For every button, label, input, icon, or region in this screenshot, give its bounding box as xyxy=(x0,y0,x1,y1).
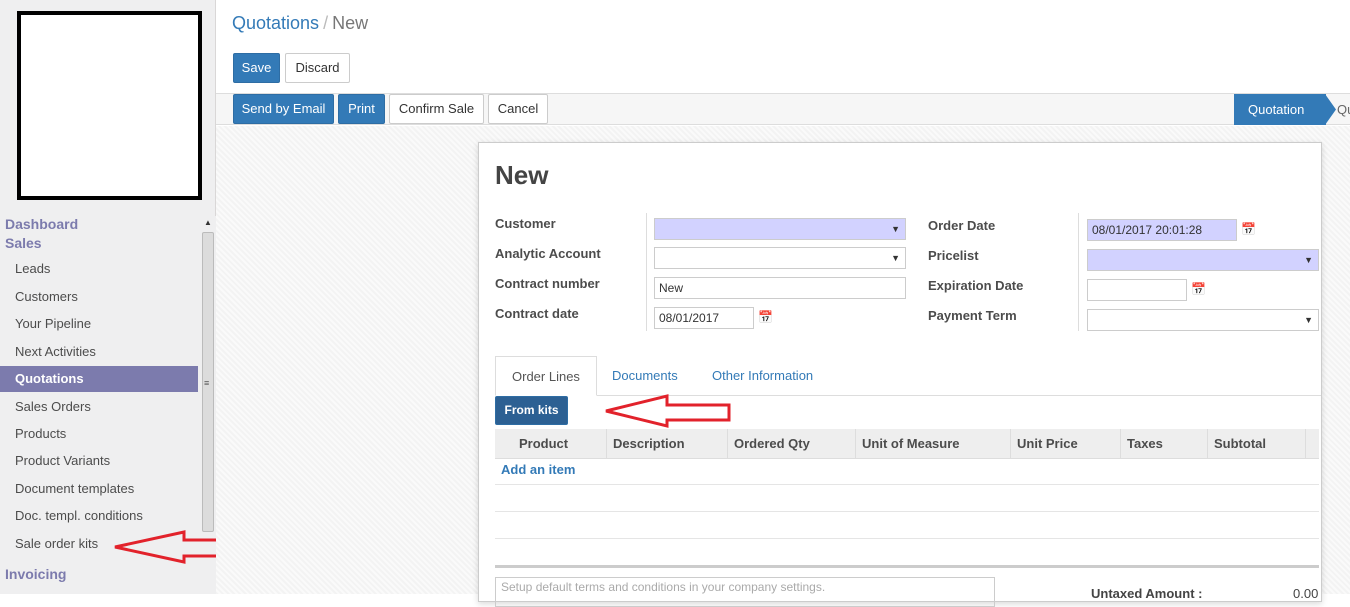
divider xyxy=(1078,213,1079,331)
company-logo xyxy=(17,11,202,200)
breadcrumb-separator: / xyxy=(323,13,329,33)
tab-order-lines[interactable]: Order Lines xyxy=(495,356,597,396)
sidebar-item-leads[interactable]: Leads xyxy=(0,256,198,282)
stage-next[interactable]: Qu xyxy=(1337,94,1350,125)
calendar-icon[interactable]: 📅 xyxy=(1241,222,1256,236)
expiration-date-label: Expiration Date xyxy=(928,278,1024,293)
print-button[interactable]: Print xyxy=(338,94,385,124)
cancel-button[interactable]: Cancel xyxy=(488,94,548,124)
from-kits-button[interactable]: From kits xyxy=(495,396,568,425)
sidebar-item-quotations[interactable]: Quotations xyxy=(0,366,198,392)
sidebar-item-doc-templ-conditions[interactable]: Doc. templ. conditions xyxy=(0,503,198,529)
payment-term-label: Payment Term xyxy=(928,308,1017,323)
col-subtotal[interactable]: Subtotal xyxy=(1208,429,1306,459)
table-row xyxy=(495,511,1319,512)
expiration-date-field[interactable] xyxy=(1087,279,1187,301)
menu-sales-heading: Sales xyxy=(5,235,42,251)
contract-number-label: Contract number xyxy=(495,276,600,291)
sidebar-item-pipeline[interactable]: Your Pipeline xyxy=(0,311,198,337)
confirm-sale-button[interactable]: Confirm Sale xyxy=(389,94,484,124)
status-bar: Send by Email Print Confirm Sale Cancel … xyxy=(216,93,1350,125)
stage-arrow-icon xyxy=(1325,94,1336,125)
scroll-thumb[interactable]: ≡ xyxy=(202,232,214,532)
breadcrumb: Quotations / New xyxy=(232,13,368,34)
col-ordered-qty[interactable]: Ordered Qty xyxy=(728,429,856,459)
breadcrumb-quotations[interactable]: Quotations xyxy=(232,13,319,33)
sidebar-item-sales-orders[interactable]: Sales Orders xyxy=(0,394,198,420)
terms-field[interactable]: Setup default terms and conditions in yo… xyxy=(495,577,995,607)
col-taxes[interactable]: Taxes xyxy=(1121,429,1208,459)
customer-select[interactable]: ▼ xyxy=(654,218,906,240)
discard-button[interactable]: Discard xyxy=(285,53,350,83)
order-date-field[interactable]: 08/01/2017 20:01:28 xyxy=(1087,219,1237,241)
contract-date-label: Contract date xyxy=(495,306,579,321)
calendar-icon[interactable]: 📅 xyxy=(758,310,773,324)
order-lines-header: Product Description Ordered Qty Unit of … xyxy=(495,429,1319,459)
analytic-account-select[interactable]: ▼ xyxy=(654,247,906,269)
chevron-down-icon: ▼ xyxy=(1304,255,1313,265)
col-product[interactable]: Product xyxy=(495,429,607,459)
sidebar-item-products[interactable]: Products xyxy=(0,421,198,447)
sidebar-item-document-templates[interactable]: Document templates xyxy=(0,476,198,502)
col-description[interactable]: Description xyxy=(607,429,728,459)
chevron-down-icon: ▼ xyxy=(1304,315,1313,325)
add-an-item-link[interactable]: Add an item xyxy=(501,462,575,477)
pricelist-label: Pricelist xyxy=(928,248,979,263)
customer-label: Customer xyxy=(495,216,556,231)
table-row xyxy=(495,538,1319,539)
contract-number-field[interactable]: New xyxy=(654,277,906,299)
col-unit-price[interactable]: Unit Price xyxy=(1011,429,1121,459)
red-arrow-icon xyxy=(605,394,731,428)
analytic-account-label: Analytic Account xyxy=(495,246,601,261)
menu-dashboard[interactable]: Dashboard xyxy=(5,216,78,232)
divider xyxy=(646,213,647,331)
form-sheet: New Customer Analytic Account Contract n… xyxy=(478,142,1322,607)
menu-invoicing[interactable]: Invoicing xyxy=(5,566,66,582)
sidebar: Dashboard Sales Leads Customers Your Pip… xyxy=(0,0,216,594)
stage-quotation[interactable]: Quotation xyxy=(1234,94,1326,125)
contract-date-field[interactable]: 08/01/2017 xyxy=(654,307,754,329)
save-button[interactable]: Save xyxy=(233,53,280,83)
scroll-up-icon[interactable]: ▲ xyxy=(204,218,212,227)
table-row xyxy=(495,484,1319,485)
sidebar-item-customers[interactable]: Customers xyxy=(0,284,198,310)
sidebar-item-next-activities[interactable]: Next Activities xyxy=(0,339,198,365)
chevron-down-icon: ▼ xyxy=(891,224,900,234)
table-footer xyxy=(495,565,1319,568)
breadcrumb-current: New xyxy=(332,13,369,33)
sidebar-item-product-variants[interactable]: Product Variants xyxy=(0,448,198,474)
col-unit-of-measure[interactable]: Unit of Measure xyxy=(856,429,1011,459)
tab-other-information[interactable]: Other Information xyxy=(696,356,829,396)
tab-documents[interactable]: Documents xyxy=(596,356,694,396)
send-by-email-button[interactable]: Send by Email xyxy=(233,94,334,124)
chevron-down-icon: ▼ xyxy=(891,253,900,263)
record-title: New xyxy=(495,160,549,190)
pricelist-select[interactable]: ▼ xyxy=(1087,249,1319,271)
calendar-icon[interactable]: 📅 xyxy=(1191,282,1206,296)
payment-term-select[interactable]: ▼ xyxy=(1087,309,1319,331)
grip-icon: ≡ xyxy=(204,378,210,388)
order-date-label: Order Date xyxy=(928,218,996,233)
main-content: Quotations / New Save Discard Send by Emai… xyxy=(216,0,1350,607)
